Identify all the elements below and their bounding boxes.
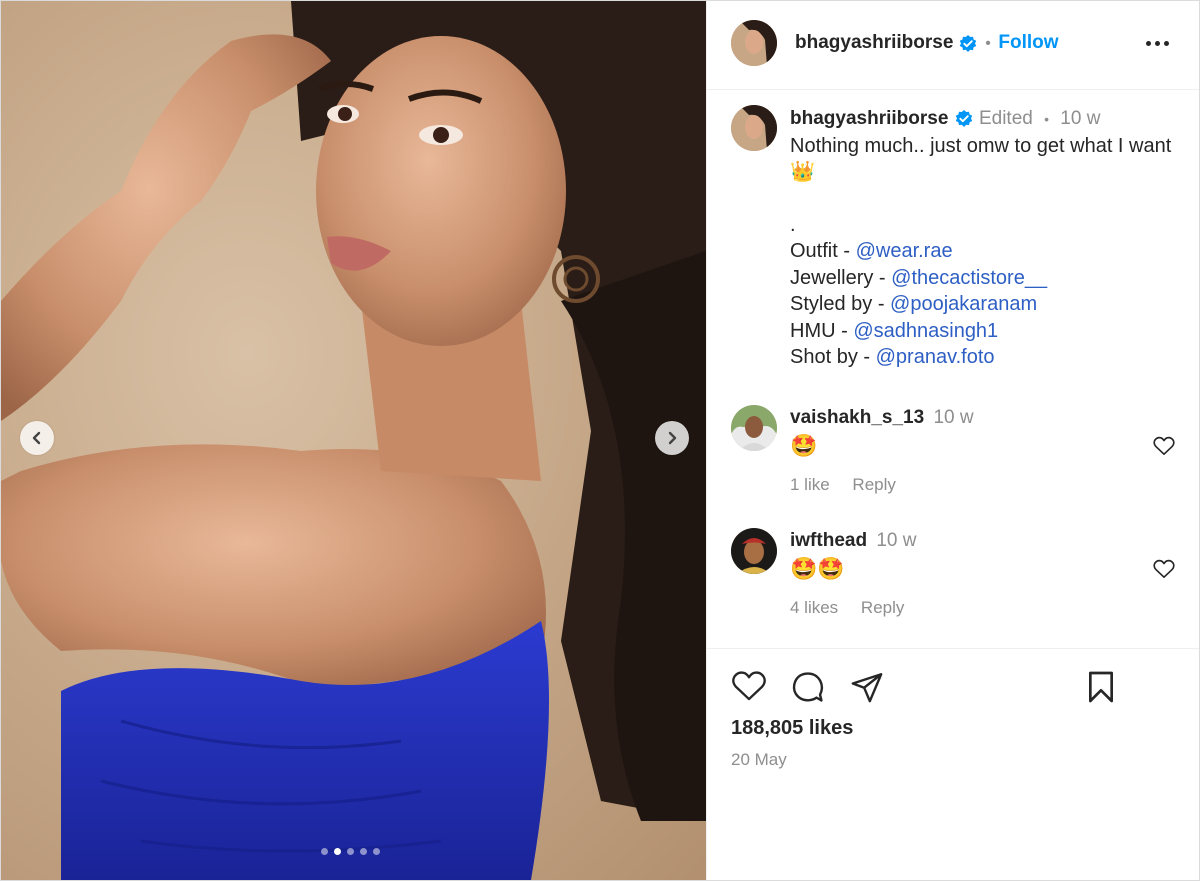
post-side-panel: bhagyashriiborse • Follow bhagyashriibor… (706, 1, 1199, 880)
verified-badge-icon (959, 34, 977, 52)
post-modal: bhagyashriiborse • Follow bhagyashriibor… (0, 0, 1200, 881)
credit-line: Styled by - @poojakaranam (790, 293, 1038, 315)
caption-dot: • (1044, 111, 1050, 127)
reply-button[interactable]: Reply (861, 598, 904, 617)
caption-avatar[interactable] (731, 105, 777, 151)
comment-text: 🤩 (790, 433, 818, 458)
heart-icon[interactable] (731, 670, 767, 702)
mention-link[interactable]: @poojakaranam (890, 293, 1037, 315)
comment-like-heart-icon[interactable] (1153, 559, 1175, 579)
caption-text: Nothing much.. just omw to get what I wa… (790, 133, 1180, 186)
carousel-dot (373, 848, 380, 855)
carousel-dot (321, 848, 328, 855)
comment-username[interactable]: iwfthead (790, 530, 867, 551)
author-username[interactable]: bhagyashriiborse (795, 32, 953, 53)
post-date[interactable]: 20 May (731, 750, 787, 770)
post-photo (1, 1, 706, 880)
carousel-indicator (321, 848, 380, 855)
carousel-dot (347, 848, 354, 855)
comment-meta: 1 like Reply (790, 475, 1180, 495)
mention-link[interactable]: @wear.rae (856, 240, 953, 262)
credit-line: Outfit - @wear.rae (790, 240, 953, 262)
comment-like-count[interactable]: 1 like (790, 475, 830, 494)
credit-line: HMU - @sadhnasingh1 (790, 319, 999, 342)
comment-like-heart-icon[interactable] (1153, 436, 1175, 456)
mention-link[interactable]: @sadhnasingh1 (853, 320, 998, 342)
comment-meta: 4 likes Reply (790, 598, 1180, 618)
comment: iwfthead 10 w 🤩🤩 4 likes Reply (790, 530, 1180, 618)
credit-line: Jewellery - @thecactistore__ (790, 266, 1048, 289)
next-image-button[interactable] (655, 421, 689, 455)
more-icon (1146, 41, 1151, 46)
verified-badge-icon (955, 109, 972, 127)
carousel-dot-active (334, 848, 341, 855)
commenter-avatar[interactable] (731, 405, 777, 451)
post-media (1, 1, 706, 880)
commenter-avatar[interactable] (731, 528, 777, 574)
chevron-left-icon (32, 431, 41, 445)
comment-like-count[interactable]: 4 likes (790, 598, 838, 617)
more-options-button[interactable] (1146, 41, 1169, 46)
credit-line: Shot by - @pranav.foto (790, 346, 995, 368)
caption-time[interactable]: 10 w (1060, 108, 1100, 129)
previous-image-button[interactable] (20, 421, 54, 455)
header-separator: • (985, 35, 991, 52)
caption-period: . (790, 213, 796, 236)
comment-username[interactable]: vaishakh_s_13 (790, 407, 924, 428)
crown-emoji: 👑 (790, 161, 815, 183)
mention-link[interactable]: @pranav.foto (876, 346, 995, 368)
caption-text-line: Nothing much.. just omw to get what I wa… (790, 134, 1172, 157)
post-actions: 188,805 likes 20 May (707, 648, 1199, 769)
comment-time[interactable]: 10 w (933, 407, 973, 428)
share-icon[interactable] (850, 670, 884, 704)
comment-icon[interactable] (791, 670, 825, 704)
post-caption: bhagyashriiborse Edited • 10 w Nothing m… (790, 106, 1180, 371)
edited-label: Edited (978, 108, 1033, 129)
follow-button[interactable]: Follow (998, 32, 1058, 53)
comment-time[interactable]: 10 w (876, 530, 916, 551)
reply-button[interactable]: Reply (852, 475, 895, 494)
post-header: bhagyashriiborse • Follow (707, 1, 1199, 90)
bookmark-icon[interactable] (1087, 671, 1115, 703)
comment: vaishakh_s_13 10 w 🤩 1 like Reply (790, 407, 1180, 495)
author-avatar[interactable] (731, 20, 777, 66)
like-count[interactable]: 188,805 likes (731, 717, 853, 740)
carousel-dot (360, 848, 367, 855)
chevron-right-icon (668, 431, 677, 445)
mention-link[interactable]: @thecactistore__ (891, 267, 1047, 289)
comment-text: 🤩🤩 (790, 556, 845, 581)
caption-username[interactable]: bhagyashriiborse (790, 108, 948, 129)
